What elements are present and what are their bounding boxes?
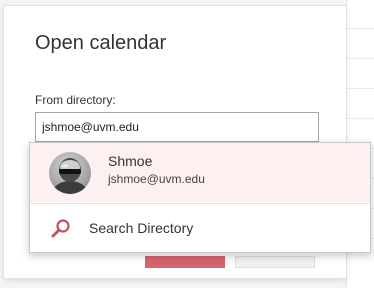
suggestion-person-shmoe[interactable]: Shmoe jshmoe@uvm.edu (30, 143, 370, 202)
person-name: Shmoe (108, 153, 153, 169)
directory-label: From directory: (35, 93, 116, 107)
background-grid-line (346, 58, 374, 59)
background-grid-line (346, 28, 374, 29)
user-avatar-icon (49, 152, 91, 194)
background-grid-line (346, 88, 374, 89)
dialog-title: Open calendar (35, 32, 167, 54)
directory-suggestions-dropdown: Shmoe jshmoe@uvm.edu Search Directory (29, 142, 371, 253)
directory-input[interactable] (35, 112, 319, 142)
search-directory-option[interactable]: Search Directory (30, 204, 370, 252)
search-directory-label: Search Directory (89, 220, 194, 236)
open-button[interactable] (145, 256, 225, 268)
cancel-button[interactable] (235, 256, 315, 268)
search-icon (50, 218, 72, 240)
person-email: jshmoe@uvm.edu (108, 172, 205, 186)
background-grid-line (346, 118, 374, 119)
